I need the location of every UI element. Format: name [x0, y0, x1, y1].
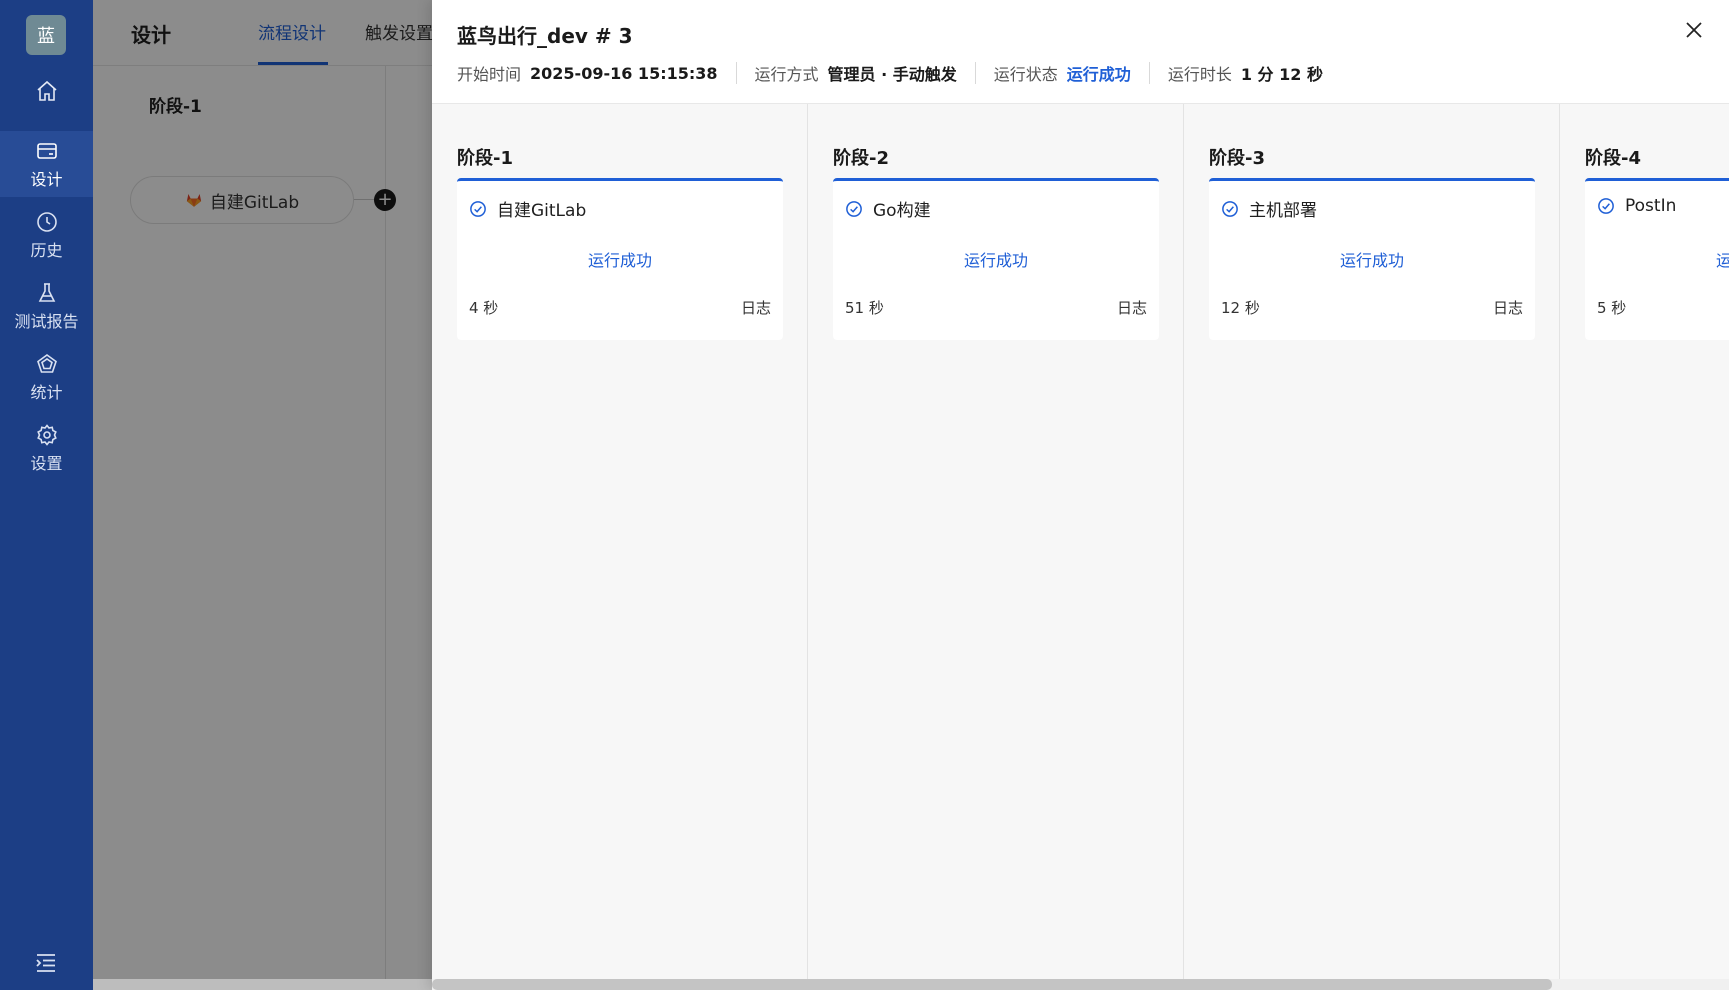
status-badge: 运行成功: [1066, 65, 1131, 84]
job-status-link[interactable]: 运行成功: [1585, 247, 1729, 271]
job-name: PostIn: [1625, 196, 1677, 216]
meta-run-duration: 运行时长 1 分 12 秒: [1168, 61, 1323, 85]
horizontal-scrollbar-thumb[interactable]: [432, 979, 1552, 990]
sidebar-item-test-report[interactable]: 测试报告: [0, 273, 93, 339]
job-log-link[interactable]: 日志: [741, 297, 771, 318]
meta-label: 运行状态: [993, 65, 1058, 84]
job-header: 自建GitLab: [469, 196, 586, 221]
stage-title: 阶段-2: [833, 148, 889, 169]
app-logo: 蓝: [26, 15, 66, 55]
stage-board: 阶段-1 自建GitLab 运行成功 4 秒 日志 阶段-2 Go构建 运行成功…: [432, 104, 1729, 990]
flask-icon: [38, 282, 55, 302]
job-duration: 51 秒: [845, 299, 884, 317]
sidebar: 蓝 设计 历史 测试报告 统计 设置: [0, 0, 93, 990]
job-duration: 4 秒: [469, 299, 499, 317]
close-icon[interactable]: [1682, 18, 1706, 42]
job-card[interactable]: Go构建 运行成功 51 秒 日志: [833, 178, 1159, 340]
run-meta: 开始时间 2025-09-16 15:15:38 运行方式 管理员 · 手动触发…: [457, 62, 1323, 84]
meta-divider: [974, 62, 976, 84]
meta-label: 运行时长: [1167, 65, 1232, 84]
meta-divider: [1148, 62, 1150, 84]
drawer-header: 蓝鸟出行_dev # 3 开始时间 2025-09-16 15:15:38 运行…: [432, 0, 1729, 104]
check-circle-icon: [1598, 198, 1614, 214]
sidebar-item-design[interactable]: 设计: [0, 131, 93, 197]
stage-column: 阶段-4 PostIn 运行成功 5 秒 日志: [1560, 104, 1729, 990]
job-name: 主机部署: [1249, 201, 1317, 221]
gear-icon: [36, 423, 57, 446]
job-name: Go构建: [873, 201, 931, 221]
sidebar-item-statistics[interactable]: 统计: [0, 344, 93, 410]
sidebar-item-settings[interactable]: 设置: [0, 415, 93, 481]
clock-icon: [36, 211, 57, 232]
stage-title: 阶段-1: [457, 148, 513, 169]
check-circle-icon: [470, 200, 486, 217]
job-card[interactable]: 自建GitLab 运行成功 4 秒 日志: [457, 178, 783, 340]
stage-column: 阶段-1 自建GitLab 运行成功 4 秒 日志: [432, 104, 808, 990]
background-scrollbar: [93, 979, 432, 990]
meta-label: 运行方式: [754, 65, 819, 84]
meta-run-status: 运行状态 运行成功: [994, 61, 1131, 85]
check-circle-icon: [1222, 200, 1238, 217]
stage-title: 阶段-3: [1209, 148, 1265, 169]
stage-column: 阶段-3 主机部署 运行成功 12 秒 日志: [1184, 104, 1560, 990]
job-name: 自建GitLab: [497, 201, 587, 221]
sidebar-item-home[interactable]: [0, 60, 93, 124]
meta-value: 管理员 · 手动触发: [827, 65, 957, 84]
home-icon: [36, 80, 57, 101]
sidebar-item-history[interactable]: 历史: [0, 202, 93, 268]
job-header: 主机部署: [1221, 196, 1317, 221]
run-detail-drawer: 蓝鸟出行_dev # 3 开始时间 2025-09-16 15:15:38 运行…: [432, 0, 1729, 990]
sidebar-item-label: 历史: [30, 240, 63, 260]
meta-value: 1 分 12 秒: [1240, 65, 1323, 84]
collapse-menu-icon[interactable]: [34, 952, 58, 974]
job-card[interactable]: 主机部署 运行成功 12 秒 日志: [1209, 178, 1535, 340]
job-header: PostIn: [1597, 196, 1676, 216]
job-header: Go构建: [845, 196, 931, 221]
meta-label: 开始时间: [457, 65, 522, 84]
meta-run-mode: 运行方式 管理员 · 手动触发: [755, 61, 957, 85]
app-window: 蓝 设计 历史 测试报告 统计 设置 设计 流程设计 触发设置 阶段-1 自建G…: [0, 0, 1729, 990]
sidebar-item-label: 设计: [30, 169, 63, 189]
meta-value: 2025-09-16 15:15:38: [530, 63, 718, 83]
design-icon: [36, 142, 57, 159]
sidebar-item-label: 统计: [30, 382, 63, 402]
sidebar-item-label: 测试报告: [14, 311, 79, 331]
sidebar-item-label: 设置: [30, 453, 63, 473]
drawer-title: 蓝鸟出行_dev # 3: [457, 24, 633, 48]
job-duration: 12 秒: [1221, 299, 1260, 317]
meta-divider: [735, 62, 737, 84]
check-circle-icon: [846, 200, 862, 217]
modal-overlay[interactable]: [93, 0, 432, 990]
chart-icon: [36, 353, 57, 373]
stage-column: 阶段-2 Go构建 运行成功 51 秒 日志: [808, 104, 1184, 990]
job-status-link[interactable]: 运行成功: [833, 247, 1159, 271]
stage-title: 阶段-4: [1585, 148, 1641, 169]
job-status-link[interactable]: 运行成功: [1209, 247, 1535, 271]
job-log-link[interactable]: 日志: [1117, 297, 1147, 318]
job-log-link[interactable]: 日志: [1493, 297, 1523, 318]
meta-start-time: 开始时间 2025-09-16 15:15:38: [457, 61, 718, 85]
job-status-link[interactable]: 运行成功: [457, 247, 783, 271]
job-duration: 5 秒: [1597, 299, 1627, 317]
job-card[interactable]: PostIn 运行成功 5 秒 日志: [1585, 178, 1729, 340]
